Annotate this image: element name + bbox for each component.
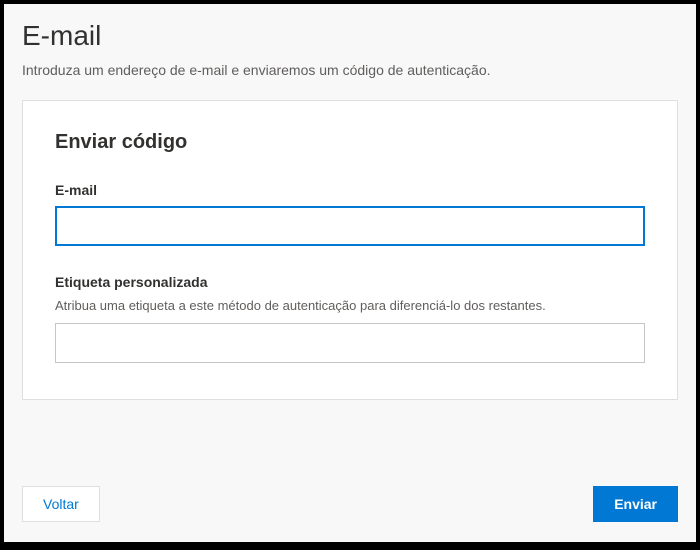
email-field-group: E-mail: [55, 182, 645, 246]
back-button[interactable]: Voltar: [22, 486, 100, 522]
send-button[interactable]: Enviar: [593, 486, 678, 522]
email-label: E-mail: [55, 182, 645, 198]
email-input[interactable]: [55, 206, 645, 246]
page-subtitle: Introduza um endereço de e-mail e enviar…: [22, 62, 678, 78]
custom-tag-input[interactable]: [55, 323, 645, 363]
send-code-card: Enviar código E-mail Etiqueta personaliz…: [22, 100, 678, 400]
custom-tag-helper: Atribua uma etiqueta a este método de au…: [55, 298, 645, 313]
page-title: E-mail: [22, 20, 678, 52]
footer-buttons: Voltar Enviar: [22, 486, 678, 522]
custom-tag-label: Etiqueta personalizada: [55, 274, 645, 290]
card-title: Enviar código: [55, 131, 645, 154]
custom-tag-field-group: Etiqueta personalizada Atribua uma etiqu…: [55, 274, 645, 363]
dialog-container: E-mail Introduza um endereço de e-mail e…: [4, 4, 696, 542]
